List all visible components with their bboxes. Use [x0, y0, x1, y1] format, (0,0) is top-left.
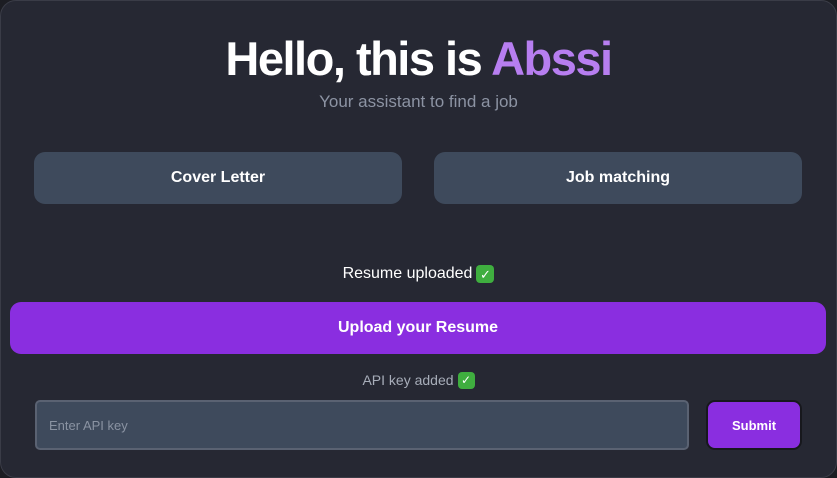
cover-letter-button[interactable]: Cover Letter — [34, 152, 402, 204]
upload-resume-button[interactable]: Upload your Resume — [10, 302, 826, 354]
title-prefix: Hello, this is — [225, 32, 492, 85]
check-mark-icon: ✓ — [476, 265, 495, 283]
job-matching-button[interactable]: Job matching — [434, 152, 802, 204]
brand-name: Abssi — [491, 32, 613, 85]
page-title: Hello, this is Abssi — [1, 31, 836, 87]
api-key-status: API key added ✓ — [1, 370, 836, 390]
resume-status-text: Resume uploaded — [342, 265, 473, 282]
check-mark-icon: ✓ — [457, 371, 475, 389]
api-key-input[interactable] — [35, 400, 689, 450]
page-subtitle: Your assistant to find a job — [319, 92, 518, 111]
app-panel: Hello, this is Abssi Your assistant to f… — [0, 0, 837, 478]
api-key-status-text: API key added — [362, 372, 454, 388]
resume-status: Resume uploaded ✓ — [1, 263, 836, 285]
submit-button[interactable]: Submit — [706, 400, 802, 450]
